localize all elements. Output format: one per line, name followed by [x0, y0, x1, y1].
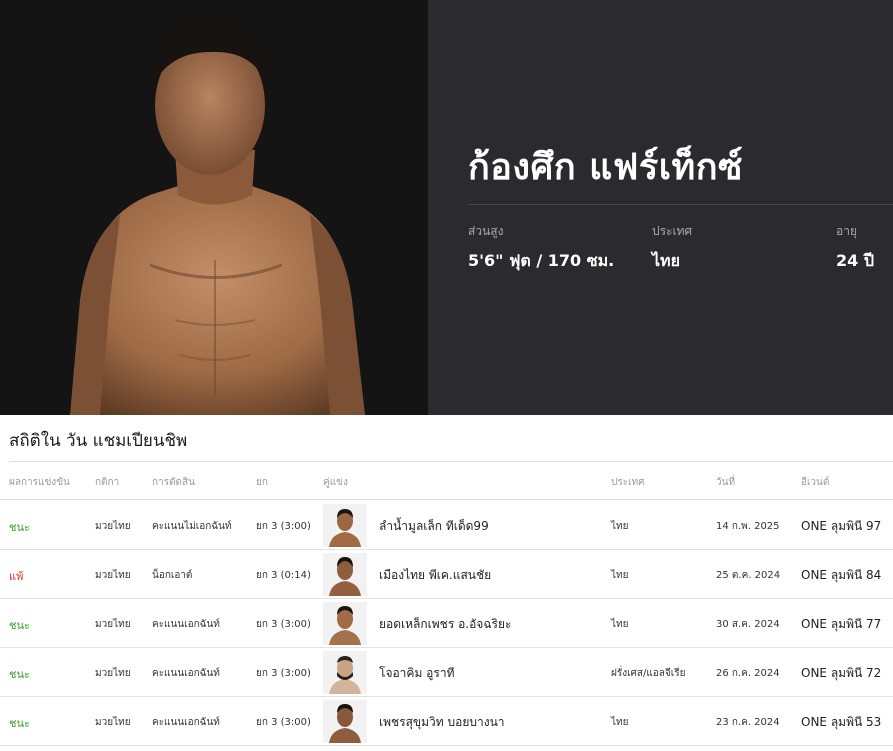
sport-cell: มวยไทย [95, 521, 131, 532]
country-cell: ไทย [611, 619, 629, 630]
sport-cell: มวยไทย [95, 717, 131, 728]
fighter-info-panel: ก้องศึก แฟร์เท็กซ์ ส่วนสูง 5'6" ฟุต / 17… [428, 0, 893, 415]
event-link[interactable]: ONE ลุมพินี 53 [801, 713, 881, 732]
opponent-avatar[interactable] [323, 602, 367, 645]
col-header-method: การตัดสิน [152, 477, 195, 488]
table-row[interactable]: ชนะ มวยไทย คะแนนเอกฉันท์ ยก 3 (3:00) ยอด… [0, 599, 893, 648]
sport-cell: มวยไทย [95, 619, 131, 630]
fighter-hero: ก้องศึก แฟร์เท็กซ์ ส่วนสูง 5'6" ฟุต / 17… [0, 0, 893, 415]
opponent-name-link[interactable]: เมืองไทย พีเค.แสนชัย [379, 566, 491, 585]
col-header-opponent: คู่แข่ง [323, 477, 348, 488]
result-cell: ชนะ [9, 619, 30, 632]
col-header-sport: กติกา [95, 477, 120, 488]
method-cell: คะแนนเอกฉันท์ [152, 668, 220, 679]
result-cell: ชนะ [9, 668, 30, 681]
stat-age-value: 24 ปี [836, 251, 874, 270]
country-cell: ไทย [611, 717, 629, 728]
stat-age-label: อายุ [836, 224, 857, 238]
stat-age: อายุ 24 ปี [836, 222, 874, 274]
event-link[interactable]: ONE ลุมพินี 84 [801, 566, 881, 585]
method-cell: น็อกเอาต์ [152, 570, 193, 581]
country-cell: ไทย [611, 521, 629, 532]
fighter-photo [0, 0, 428, 415]
stat-country-label: ประเทศ [652, 224, 693, 238]
col-header-round: ยก [256, 477, 268, 488]
sport-cell: มวยไทย [95, 668, 131, 679]
record-title: สถิติใน วัน แชมเปียนชิพ [9, 431, 188, 451]
table-row[interactable]: ชนะ มวยไทย คะแนนไม่เอกฉันท์ ยก 3 (3:00) … [0, 501, 893, 550]
col-header-event: อีเวนต์ [801, 477, 830, 488]
sport-cell: มวยไทย [95, 570, 131, 581]
opponent-name-link[interactable]: เพชรสุขุมวิท บอยบางนา [379, 713, 505, 732]
col-header-result: ผลการแข่งขัน [9, 477, 70, 488]
date-cell: 30 ส.ค. 2024 [716, 619, 780, 630]
fight-record-section: สถิติใน วัน แชมเปียนชิพ ผลการแข่งขัน กติ… [0, 415, 893, 751]
stat-height-value: 5'6" ฟุต / 170 ซม. [468, 251, 615, 270]
stat-height-label: ส่วนสูง [468, 224, 504, 238]
table-row[interactable]: แพ้ มวยไทย น็อกเอาต์ ยก 3 (0:14) เมืองไท… [0, 550, 893, 599]
round-cell: ยก 3 (3:00) [256, 521, 311, 532]
result-cell: แพ้ [9, 570, 24, 583]
opponent-name-link[interactable]: โจอาคิม อูราที [379, 664, 454, 683]
date-cell: 14 ก.พ. 2025 [716, 521, 780, 532]
record-table-header: ผลการแข่งขัน กติกา การตัดสิน ยก คู่แข่ง … [0, 462, 893, 500]
event-link[interactable]: ONE ลุมพินี 77 [801, 615, 881, 634]
round-cell: ยก 3 (3:00) [256, 619, 311, 630]
method-cell: คะแนนไม่เอกฉันท์ [152, 521, 232, 532]
date-cell: 26 ก.ค. 2024 [716, 668, 780, 679]
stat-country: ประเทศ ไทย [652, 222, 692, 274]
date-cell: 25 ต.ค. 2024 [716, 570, 781, 581]
col-header-country: ประเทศ [611, 477, 645, 488]
col-header-date: วันที่ [716, 477, 736, 488]
table-row[interactable]: ชนะ มวยไทย คะแนนเอกฉันท์ ยก 3 (3:00) โจอ… [0, 648, 893, 697]
table-row[interactable]: ชนะ มวยไทย คะแนนเอกฉันท์ ยก 3 (3:00) เพช… [0, 697, 893, 746]
round-cell: ยก 3 (0:14) [256, 570, 311, 581]
opponent-avatar[interactable] [323, 504, 367, 547]
stat-height: ส่วนสูง 5'6" ฟุต / 170 ซม. [468, 222, 614, 274]
result-cell: ชนะ [9, 717, 30, 730]
event-link[interactable]: ONE ลุมพินี 97 [801, 517, 881, 536]
opponent-avatar[interactable] [323, 651, 367, 694]
info-divider [468, 204, 893, 205]
opponent-avatar[interactable] [323, 700, 367, 743]
country-cell: ไทย [611, 570, 629, 581]
method-cell: คะแนนเอกฉันท์ [152, 717, 220, 728]
stat-country-value: ไทย [652, 251, 680, 270]
result-cell: ชนะ [9, 521, 30, 534]
opponent-name-link[interactable]: ลำน้ำมูลเล็ก ทีเด็ด99 [379, 517, 489, 536]
opponent-name-link[interactable]: ยอดเหล็กเพชร อ.อัจฉริยะ [379, 615, 511, 634]
opponent-avatar[interactable] [323, 553, 367, 596]
round-cell: ยก 3 (3:00) [256, 668, 311, 679]
method-cell: คะแนนเอกฉันท์ [152, 619, 220, 630]
round-cell: ยก 3 (3:00) [256, 717, 311, 728]
fighter-name: ก้องศึก แฟร์เท็กซ์ [468, 147, 743, 188]
event-link[interactable]: ONE ลุมพินี 72 [801, 664, 881, 683]
country-cell: ฝรั่งเศส/แอลจีเรีย [611, 668, 686, 679]
date-cell: 23 ก.ค. 2024 [716, 717, 780, 728]
